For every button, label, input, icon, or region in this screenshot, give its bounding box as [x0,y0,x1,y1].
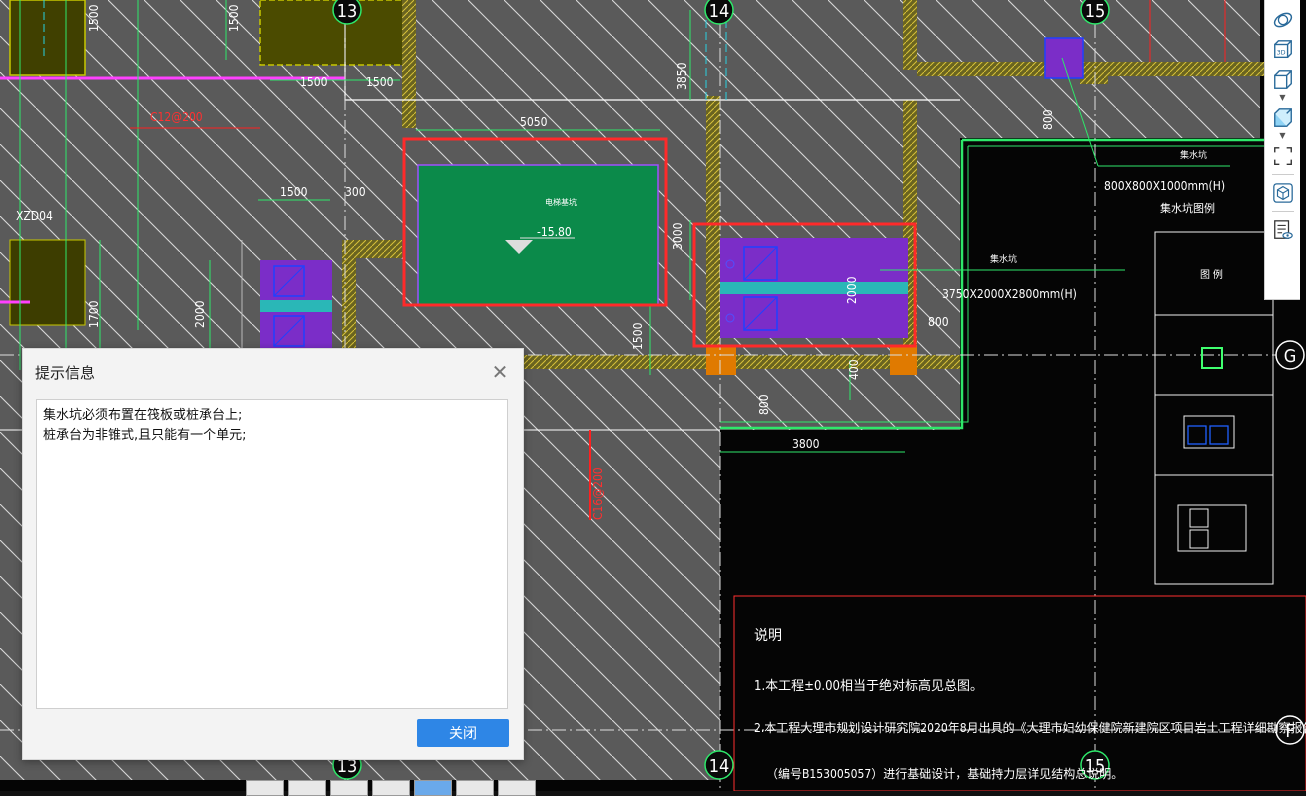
dim-800: 800 [928,315,949,329]
dim-3850: 3850 [675,62,689,90]
column [890,345,917,375]
bottom-tool-button[interactable] [372,780,410,796]
pit-size-label: 800X800X1000mm(H) [1104,179,1225,193]
rebar-label: C16@200 [591,467,605,520]
dim-1700: 1700 [87,300,101,328]
model-cube-icon[interactable] [1269,179,1297,207]
view-toolbar: 3D ▼ ▼ [1264,0,1300,300]
dim-400: 400 [847,359,861,380]
frame-select-icon[interactable] [1269,142,1297,170]
dim-3800: 3800 [792,437,820,451]
box-view-icon[interactable] [1269,66,1297,94]
properties-view-icon[interactable] [1269,216,1297,244]
grid-label-14: 14 [709,1,730,22]
legend-header: 图 例 [1200,268,1223,281]
bottom-toolbar [246,780,536,796]
dim-1500: 1500 [280,185,308,199]
chevron-down-icon[interactable]: ▼ [1279,94,1285,102]
bottom-tool-button[interactable] [288,780,326,796]
dim-2000: 2000 [193,300,207,328]
dim-1500: 1500 [366,75,394,89]
pit-title-label: 集水坑 [1180,149,1207,161]
cube-view-icon[interactable] [1269,104,1297,132]
notes-line: （编号B153005057）进行基础设计，基础持力层详见结构总说明。 [766,766,1123,781]
bottom-tool-button[interactable] [330,780,368,796]
pit-name-label: 电梯基坑 [545,197,577,207]
dialog-message: 集水坑必须布置在筏板或桩承台上; 桩承台为非锥式,且只能有一个单元; [36,399,508,709]
dim-1500: 1500 [631,322,645,350]
chevron-down-icon[interactable]: ▼ [1279,132,1285,140]
wall-segment [1080,62,1108,84]
pit-size-label: 3750X2000X2800mm(H) [942,287,1077,301]
dialog-header: 提示信息 ✕ [23,349,523,395]
bottom-tool-button[interactable] [246,780,284,796]
notes-line: 1.本工程±0.00相当于绝对标高见总图。 [754,678,983,694]
pile-cap-block [9,239,86,326]
wall-segment [402,0,416,128]
view-3d-icon[interactable]: 3D [1269,36,1297,64]
message-line: 集水坑必须布置在筏板或桩承台上; [43,408,243,423]
info-dialog: 提示信息 ✕ 集水坑必须布置在筏板或桩承台上; 桩承台为非锥式,且只能有一个单元… [22,348,524,760]
dim-1500: 1500 [227,4,241,32]
dim-300: 300 [345,185,366,199]
wall-segment [903,0,917,70]
elevation-label: -15.80 [537,225,572,239]
pile-label: XZD04 [16,209,53,223]
bottom-tool-button[interactable] [498,780,536,796]
notes-heading: 说明 [754,628,782,644]
rebar-label: C12@200 [150,110,203,124]
sump-pit-top[interactable] [1044,37,1084,79]
notes-line: 2.本工程大理市规划设计研究院2020年8月出具的《大理市妇幼保健院新建院区项目… [754,720,1306,735]
grid-label-13: 13 [337,1,358,22]
dim-1500: 1500 [300,75,328,89]
close-button[interactable]: 关闭 [417,719,509,747]
message-line: 桩承台为非锥式,且只能有一个单元; [43,428,247,443]
grid-label-15: 15 [1085,1,1106,22]
dialog-title: 提示信息 [35,363,96,382]
dim-5050: 5050 [520,115,548,129]
wall-segment [342,240,356,350]
column [706,345,736,375]
dim-2000: 2000 [845,276,859,304]
wall-segment [706,96,720,346]
dim-3000: 3000 [671,222,685,250]
dim-1500: 1500 [87,4,101,32]
orbit-icon[interactable] [1269,6,1297,34]
dim-800: 800 [757,394,771,415]
pile-cap-block [9,0,86,76]
grid-label-g: G [1284,346,1297,367]
dim-800: 800 [1041,109,1055,130]
pit-title-label: 集水坑 [990,253,1017,265]
svg-text:3D: 3D [1276,49,1285,57]
bottom-tool-button[interactable] [456,780,494,796]
close-icon[interactable]: ✕ [489,360,511,384]
bottom-tool-button[interactable] [414,780,452,796]
pit-detail-label: 集水坑图例 [1160,201,1215,215]
grid-label-14-bottom: 14 [709,756,730,777]
